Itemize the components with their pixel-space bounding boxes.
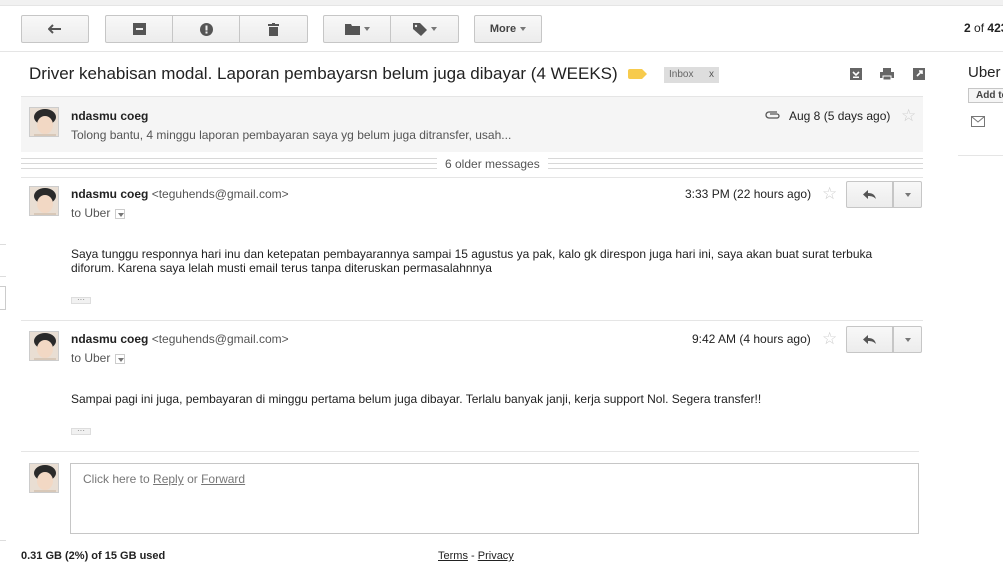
footer-separator: - — [471, 550, 475, 562]
show-details-icon[interactable] — [115, 354, 126, 364]
chevron-down-icon — [430, 27, 437, 31]
reply-link[interactable]: Reply — [153, 472, 184, 486]
left-panel-edge — [0, 540, 6, 541]
show-details-icon[interactable] — [115, 209, 126, 219]
report-spam-button[interactable] — [172, 15, 240, 43]
reply-button[interactable] — [846, 181, 893, 208]
chevron-down-icon — [904, 192, 911, 197]
body-line: Saya tunggu responnya hari inu dan ketep… — [71, 247, 873, 261]
important-marker-icon[interactable] — [628, 69, 647, 79]
recipient-text: to Uber — [71, 206, 111, 220]
message-divider — [21, 320, 923, 321]
new-window-icon[interactable] — [912, 67, 926, 81]
reply-button[interactable] — [846, 326, 893, 353]
collapsed-message[interactable]: ndasmu coeg Tolong bantu, 4 minggu lapor… — [21, 96, 923, 152]
delete-button[interactable] — [239, 15, 308, 43]
storage-usage: 0.31 GB (2%) of 15 GB used — [21, 550, 166, 562]
more-button[interactable]: More — [474, 15, 542, 43]
older-messages-bar[interactable]: 6 older messages — [21, 152, 923, 176]
show-trimmed-content-button[interactable]: ··· — [71, 427, 91, 435]
toolbar-divider — [0, 51, 1003, 52]
chevron-down-icon — [904, 337, 911, 342]
show-trimmed-content-button[interactable]: ··· — [71, 296, 91, 304]
footer-links: Terms - Privacy — [438, 550, 514, 562]
left-panel-edge — [0, 276, 6, 277]
older-messages-count[interactable]: 6 older messages — [437, 157, 548, 171]
message-body: Saya tunggu responnya hari inu dan ketep… — [71, 247, 901, 275]
folder-icon — [344, 24, 360, 35]
expand-all-icon[interactable] — [849, 67, 863, 81]
left-panel-edge — [0, 286, 6, 310]
mail-icon[interactable] — [971, 116, 985, 127]
message-divider — [21, 451, 919, 452]
trash-icon — [268, 22, 279, 36]
more-button-label: More — [489, 23, 517, 35]
reply-arrow-icon — [862, 334, 876, 344]
archive-icon — [132, 23, 146, 35]
archive-button[interactable] — [105, 15, 173, 43]
message-divider — [21, 177, 923, 178]
chevron-down-icon — [520, 27, 527, 31]
inbox-label-chip[interactable]: Inbox x — [664, 67, 719, 83]
message-body: Sampai pagi ini juga, pembayaran di ming… — [71, 392, 901, 406]
privacy-link[interactable]: Privacy — [478, 550, 514, 562]
pager-current: 2 — [964, 21, 971, 35]
terms-link[interactable]: Terms — [438, 550, 468, 562]
report-spam-icon — [199, 22, 213, 36]
star-icon[interactable]: ☆ — [822, 185, 837, 202]
avatar — [29, 331, 59, 361]
thread-subject: Driver kehabisan modal. Laporan pembayar… — [29, 64, 618, 83]
message-date: 9:42 AM (4 hours ago) — [692, 332, 811, 346]
back-button[interactable] — [21, 15, 89, 43]
sender-email: <teguhends@gmail.com> — [151, 187, 289, 201]
sender-name-text: ndasmu coeg — [71, 187, 149, 201]
avatar — [29, 463, 59, 493]
reply-hint-prefix: Click here to — [83, 472, 150, 486]
sender-email: <teguhends@gmail.com> — [151, 332, 289, 346]
move-to-button[interactable] — [323, 15, 391, 43]
avatar — [29, 107, 59, 137]
message-more-menu[interactable] — [893, 181, 922, 208]
top-bar-strip — [0, 0, 1003, 6]
pager-of: of — [974, 21, 985, 35]
back-arrow-icon — [48, 24, 61, 34]
sidebar-divider — [958, 155, 1003, 156]
message-more-menu[interactable] — [893, 326, 922, 353]
forward-link[interactable]: Forward — [201, 472, 245, 486]
label-tag-icon — [412, 22, 427, 36]
attachment-icon — [765, 111, 780, 119]
pager-total: 423 — [987, 21, 1003, 35]
recipient-line: to Uber — [71, 351, 126, 365]
inbox-label-text: Inbox — [669, 69, 694, 80]
reply-hint-or: or — [187, 472, 198, 486]
chevron-down-icon — [363, 27, 370, 31]
message-snippet: Tolong bantu, 4 minggu laporan pembayara… — [71, 128, 512, 142]
reply-hint: Click here to Reply or Forward — [83, 472, 245, 486]
sender-name: ndasmu coeg — [71, 109, 149, 123]
quick-reply-box[interactable]: Click here to Reply or Forward — [70, 463, 919, 534]
labels-button[interactable] — [390, 15, 459, 43]
star-icon[interactable]: ☆ — [822, 330, 837, 347]
print-icon[interactable] — [880, 67, 894, 81]
add-to-circles-button[interactable]: Add to circles — [968, 88, 1003, 103]
left-panel-edge — [0, 244, 6, 245]
avatar — [29, 186, 59, 216]
sender-name: ndasmu coeg <teguhends@gmail.com> — [71, 187, 289, 201]
body-line: Sampai pagi ini juga, pembayaran di ming… — [71, 392, 762, 406]
body-line: diforum. Karena saya lelah musti email t… — [71, 261, 492, 275]
reply-arrow-icon — [862, 189, 876, 199]
remove-label-icon[interactable]: x — [709, 67, 714, 83]
star-icon[interactable]: ☆ — [901, 107, 916, 124]
sender-name: ndasmu coeg <teguhends@gmail.com> — [71, 332, 289, 346]
message-date: Aug 8 (5 days ago) — [789, 109, 891, 123]
recipient-text: to Uber — [71, 351, 111, 365]
message-date: 3:33 PM (22 hours ago) — [685, 187, 812, 201]
contact-name: Uber — [968, 64, 1001, 81]
pager: 2 of 423 — [964, 21, 1003, 35]
recipient-line: to Uber — [71, 206, 126, 220]
sender-name-text: ndasmu coeg — [71, 332, 149, 346]
